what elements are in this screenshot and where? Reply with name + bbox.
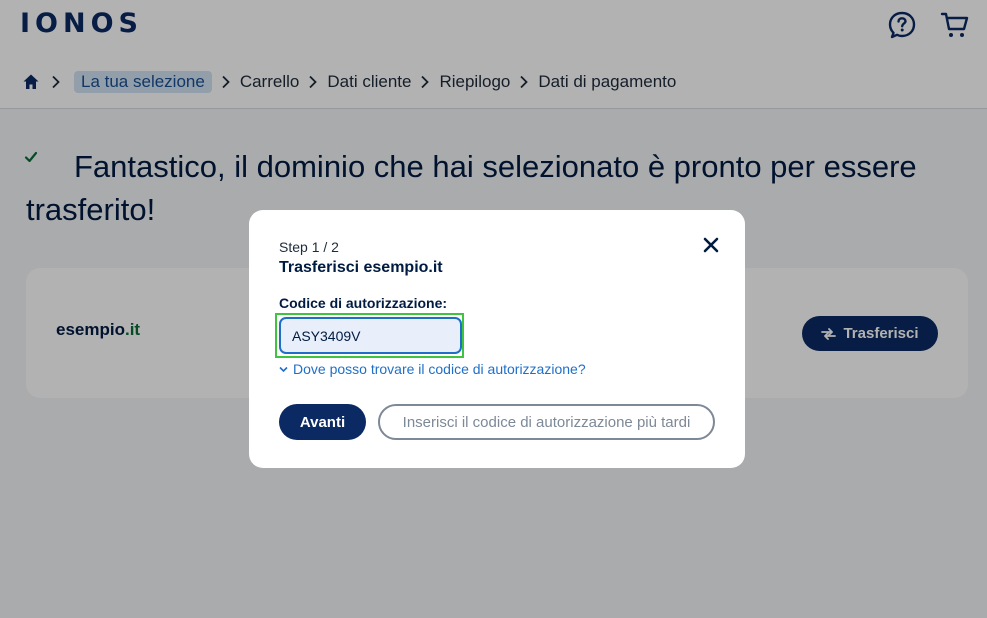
auth-code-input[interactable] <box>279 317 462 354</box>
auth-code-help-text: Dove posso trovare il codice di autorizz… <box>293 361 586 377</box>
step-indicator: Step 1 / 2 <box>279 239 339 255</box>
close-icon <box>703 237 719 253</box>
transfer-dialog: Step 1 / 2 Trasferisci esempio.it Codice… <box>249 210 745 468</box>
next-button[interactable]: Avanti <box>279 404 366 440</box>
auth-code-label: Codice di autorizzazione: <box>279 295 448 311</box>
chevron-down-icon <box>279 366 288 372</box>
dialog-title: Trasferisci esempio.it <box>279 259 443 276</box>
enter-code-later-button[interactable]: Inserisci il codice di autorizzazione pi… <box>378 404 715 440</box>
auth-code-help-link[interactable]: Dove posso trovare il codice di autorizz… <box>279 361 586 377</box>
close-button[interactable] <box>700 234 722 256</box>
